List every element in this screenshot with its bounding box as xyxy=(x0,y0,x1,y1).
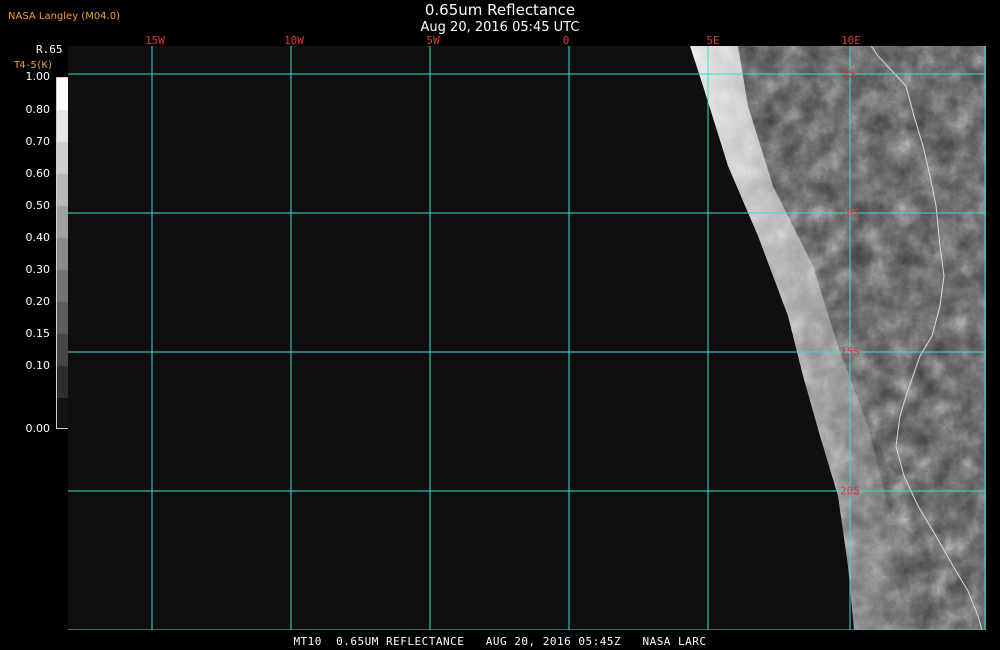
latitude-label: 10S xyxy=(840,206,860,220)
latitude-label: 20S xyxy=(840,484,860,498)
satellite-map-svg xyxy=(68,46,986,630)
footer-caption: MT10 0.65UM REFLECTANCE AUG 20, 2016 05:… xyxy=(293,635,707,648)
longitude-label: 10E xyxy=(841,34,861,47)
legend-primary-label: R.65 xyxy=(36,43,63,56)
legend-tick: 0.80 xyxy=(25,103,51,116)
legend-tick: 0.60 xyxy=(25,167,51,180)
legend-tick: 0.70 xyxy=(25,135,51,148)
legend-tick: 0.30 xyxy=(25,263,51,276)
latitude-label: 5S xyxy=(842,67,856,81)
satellite-image xyxy=(68,46,986,630)
legend-tick: 1.00 xyxy=(25,70,51,83)
legend-tick: 0.20 xyxy=(25,295,51,308)
image-timestamp: Aug 20, 2016 05:45 UTC xyxy=(420,20,580,35)
legend-tick: 0.15 xyxy=(25,327,51,340)
longitude-label: 10W xyxy=(284,34,304,47)
image-title: 0.65um Reflectance xyxy=(424,1,576,19)
longitude-label: 5W xyxy=(426,34,440,47)
latitude-label: 15S xyxy=(840,345,860,359)
longitude-label: 15W xyxy=(145,34,165,47)
provider-label: NASA Langley (M04.0) xyxy=(8,11,120,22)
legend-tick: 0.50 xyxy=(25,199,51,212)
legend-tick: 0.10 xyxy=(25,359,51,372)
legend-tick: 0.40 xyxy=(25,231,51,244)
legend-tick: 0.00 xyxy=(25,422,51,435)
longitude-label: 5E xyxy=(706,34,720,47)
longitude-label: 0 xyxy=(562,34,570,47)
